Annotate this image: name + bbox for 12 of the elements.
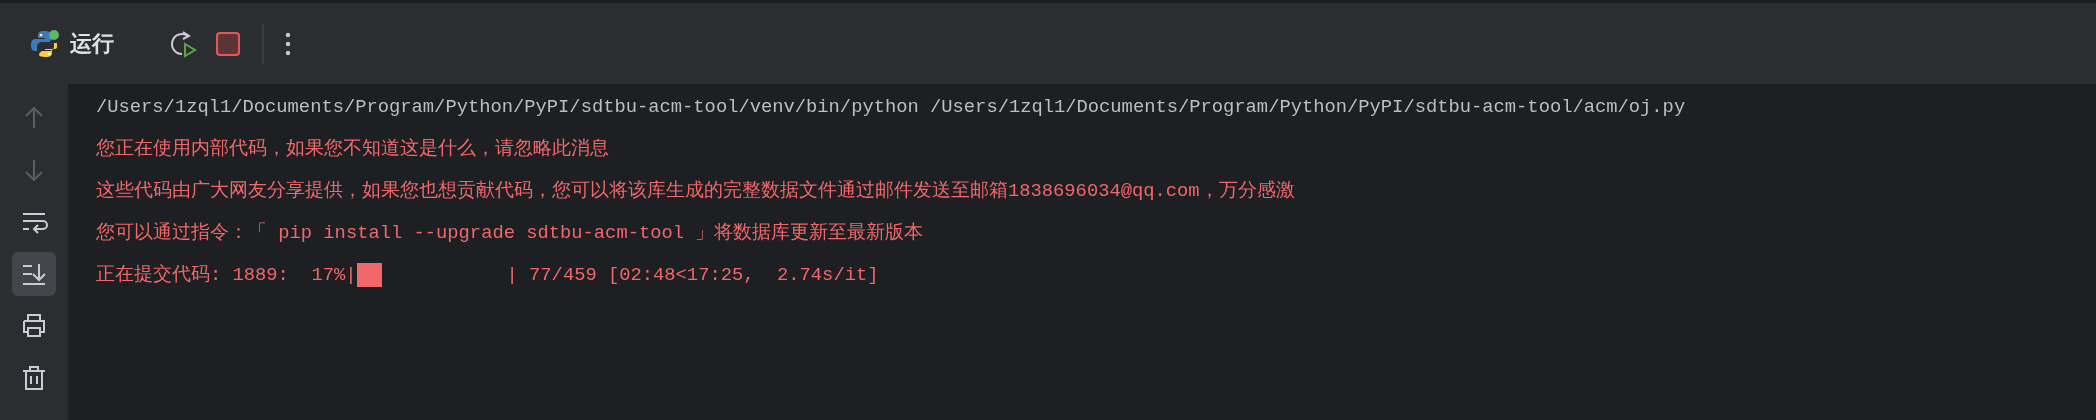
error-line: 这些代码由广大网友分享提供，如果您也想贡献代码，您可以将该库生成的完整数据文件通过邮件发送至邮箱1838696034@qq.com，万分感激 <box>96 179 1296 204</box>
trash-icon <box>20 364 48 392</box>
progress-status: | 77/459 [02:48<17:25, 2.74s/it] <box>506 264 879 286</box>
error-line: 您正在使用内部代码，如果您不知道这是什么，请忽略此消息 <box>96 137 610 162</box>
printer-icon <box>20 312 48 340</box>
stop-icon <box>214 29 242 58</box>
error-line: 您可以通过指令：「 pip install --upgrade sdtbu-acm-tool 」将数据库更新至最新版本 <box>96 221 925 246</box>
command-line: /Users/1zql1/Documents/Program/Python/PyPI/sdtbu-acm-tool/venv/bin/python /Users/1zql1/Documents/Program/Python/PyPI/sdtbu-acm-tool/acm/oj.py <box>96 95 1687 120</box>
python-logo-icon <box>30 28 60 59</box>
scroll-to-end-button[interactable] <box>12 252 56 296</box>
panel-title: 运行 <box>70 30 114 58</box>
progress-text: 正在提交代码: 1889: 17%| <box>96 264 357 286</box>
